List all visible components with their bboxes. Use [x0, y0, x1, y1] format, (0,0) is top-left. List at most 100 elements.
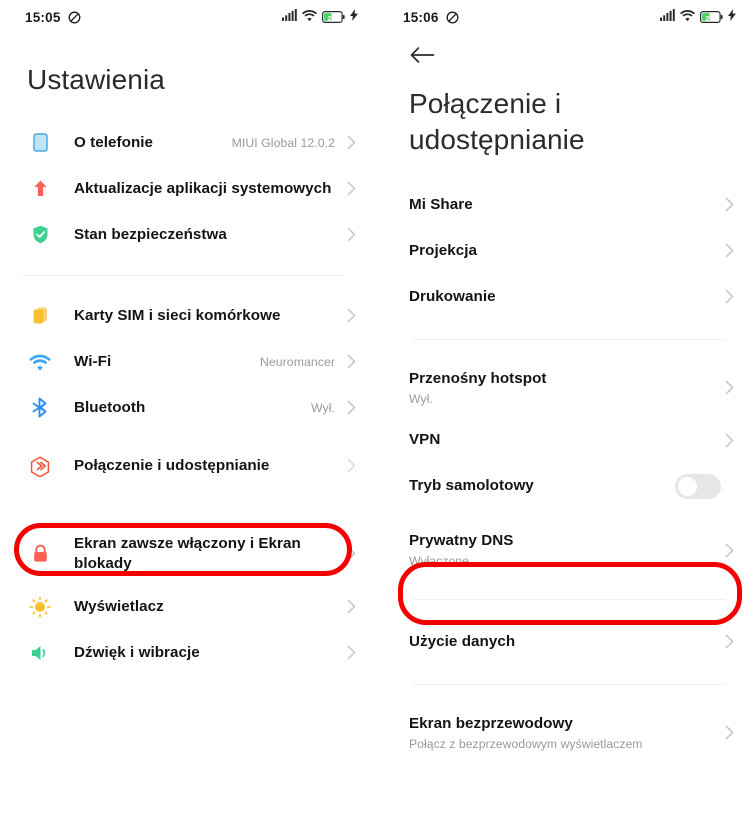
battery-percent-label: 22	[705, 13, 714, 23]
row-title: Aktualizacje aplikacji systemowych	[74, 179, 332, 197]
list-item-vpn[interactable]: VPN	[378, 417, 756, 463]
chevron-right-icon	[725, 243, 734, 258]
row-title: Tryb samolotowy	[409, 477, 534, 495]
battery-icon: 22	[700, 11, 723, 23]
row-title: Karty SIM i sieci komórkowe	[74, 306, 281, 324]
row-title: Projekcja	[409, 241, 477, 259]
list-item-printing[interactable]: Drukowanie	[378, 274, 756, 320]
list-item-label: Ekran bezprzewodowy Połącz z bezprzewodo…	[409, 714, 713, 753]
wifi-icon	[302, 8, 317, 26]
settings-group-data: Użycie danych	[378, 619, 756, 665]
row-title: Przenośny hotspot	[409, 369, 547, 387]
sidebar-item-lock-screen[interactable]: Ekran zawsze włączony i Ekran blokady	[0, 524, 378, 584]
row-title: O telefonie	[74, 133, 154, 151]
row-value: MIUI Global 12.0.2	[231, 135, 335, 150]
sidebar-item-label: Wi-Fi	[74, 352, 250, 372]
charging-bolt-icon	[728, 8, 736, 26]
page-title: Ustawienia	[0, 34, 378, 120]
settings-group-connectivity: Przenośny hotspot Wył. VPN Tryb samoloto…	[378, 359, 756, 580]
sim-cards-icon	[27, 303, 53, 329]
chevron-right-icon	[347, 546, 356, 561]
row-title: Dźwięk i wibracje	[74, 643, 200, 661]
settings-group-sharing: Mi Share Projekcja Drukowanie	[378, 182, 756, 320]
chevron-right-icon	[725, 289, 734, 304]
list-item-label: Przenośny hotspot Wył.	[409, 369, 713, 408]
sidebar-item-sound-vibration[interactable]: Dźwięk i wibracje	[0, 630, 378, 676]
sidebar-item-label: Dźwięk i wibracje	[74, 643, 335, 663]
list-item-wireless-display[interactable]: Ekran bezprzewodowy Połącz z bezprzewodo…	[378, 704, 756, 763]
list-item-projection[interactable]: Projekcja	[378, 228, 756, 274]
row-title: Mi Share	[409, 195, 473, 213]
chevron-right-icon	[347, 599, 356, 614]
page-title-text: Połączenie i udostępnianie	[409, 88, 585, 155]
wifi-icon	[27, 349, 53, 375]
chevron-right-icon	[347, 308, 356, 323]
chevron-right-icon	[725, 380, 734, 395]
sidebar-item-label: Połączenie i udostępnianie	[74, 456, 335, 476]
sidebar-item-security-status[interactable]: Stan bezpieczeństwa	[0, 212, 378, 258]
sidebar-item-bluetooth[interactable]: Bluetooth Wył.	[0, 385, 378, 431]
sidebar-item-sim-cards[interactable]: Karty SIM i sieci komórkowe	[0, 293, 378, 339]
list-item-label: Drukowanie	[409, 287, 713, 307]
left-phone-screen: 15:05 22 Ustawienia O telefonie MIUI Glo…	[0, 0, 378, 819]
list-item-data-usage[interactable]: Użycie danych	[378, 619, 756, 665]
status-bar-indicators: 22	[282, 8, 358, 26]
row-value: Neuromancer	[259, 354, 335, 369]
status-bar-indicators: 22	[660, 8, 736, 26]
status-bar-clock: 15:05	[25, 9, 61, 25]
connection-sharing-icon	[27, 453, 53, 479]
back-arrow-icon	[409, 45, 435, 70]
list-item-label: Tryb samolotowy	[409, 476, 663, 496]
airplane-mode-toggle[interactable]	[675, 473, 721, 499]
cellular-signal-icon	[660, 8, 675, 26]
row-title: Połączenie i udostępnianie	[74, 456, 270, 474]
bluetooth-icon	[27, 395, 53, 421]
list-item-label: Użycie danych	[409, 632, 713, 652]
row-title: Wi-Fi	[74, 352, 112, 370]
right-phone-screen: 15:06 22 Połączenie i udostępnianie Mi S…	[378, 0, 756, 819]
list-item-label: Mi Share	[409, 195, 713, 215]
sidebar-item-connection-sharing[interactable]: Połączenie i udostępnianie	[0, 443, 378, 489]
sidebar-item-wifi[interactable]: Wi-Fi Neuromancer	[0, 339, 378, 385]
row-subtitle: Połącz z bezprzewodowym wyświetlaczem	[409, 736, 643, 751]
chevron-right-icon	[347, 458, 356, 473]
list-item-label: Prywatny DNS Wyłączone	[409, 531, 713, 570]
chevron-right-icon	[725, 634, 734, 649]
group-divider	[413, 683, 726, 685]
sidebar-item-label: O telefonie	[74, 133, 222, 153]
list-item-mi-share[interactable]: Mi Share	[378, 182, 756, 228]
battery-percent-label: 22	[327, 13, 336, 23]
row-subtitle: Wyłączone	[409, 554, 469, 569]
chevron-right-icon	[347, 645, 356, 660]
brightness-sun-icon	[27, 594, 53, 620]
cellular-signal-icon	[282, 8, 297, 26]
settings-group-device: O telefonie MIUI Global 12.0.2 Aktualiza…	[0, 120, 378, 258]
list-item-portable-hotspot[interactable]: Przenośny hotspot Wył.	[378, 359, 756, 418]
chevron-right-icon	[725, 725, 734, 741]
chevron-right-icon	[725, 543, 734, 558]
row-title: Ekran bezprzewodowy	[409, 714, 573, 732]
list-item-private-dns[interactable]: Prywatny DNS Wyłączone	[378, 521, 756, 580]
status-bar-clock: 15:06	[403, 9, 439, 25]
charging-bolt-icon	[350, 8, 358, 26]
row-subtitle: Wył.	[409, 391, 433, 406]
list-item-airplane-mode[interactable]: Tryb samolotowy	[378, 463, 756, 509]
sidebar-item-about-phone[interactable]: O telefonie MIUI Global 12.0.2	[0, 120, 378, 166]
row-title: Prywatny DNS	[409, 532, 514, 550]
chevron-right-icon	[725, 433, 734, 448]
chevron-right-icon	[347, 400, 356, 415]
page-title: Połączenie i udostępnianie	[378, 80, 756, 182]
list-item-label: VPN	[409, 430, 713, 450]
sidebar-item-display[interactable]: Wyświetlacz	[0, 584, 378, 630]
sound-speaker-icon	[27, 640, 53, 666]
settings-group-display: Ekran zawsze włączony i Ekran blokady Wy…	[0, 524, 378, 676]
battery-icon: 22	[322, 11, 345, 23]
chevron-right-icon	[347, 227, 356, 242]
back-button[interactable]	[378, 34, 756, 80]
sidebar-item-system-app-updates[interactable]: Aktualizacje aplikacji systemowych	[0, 166, 378, 212]
row-title: Drukowanie	[409, 287, 496, 305]
sidebar-item-label: Stan bezpieczeństwa	[74, 225, 335, 245]
row-title: Użycie danych	[409, 632, 516, 650]
do-not-disturb-icon	[446, 11, 459, 24]
chevron-right-icon	[725, 197, 734, 212]
